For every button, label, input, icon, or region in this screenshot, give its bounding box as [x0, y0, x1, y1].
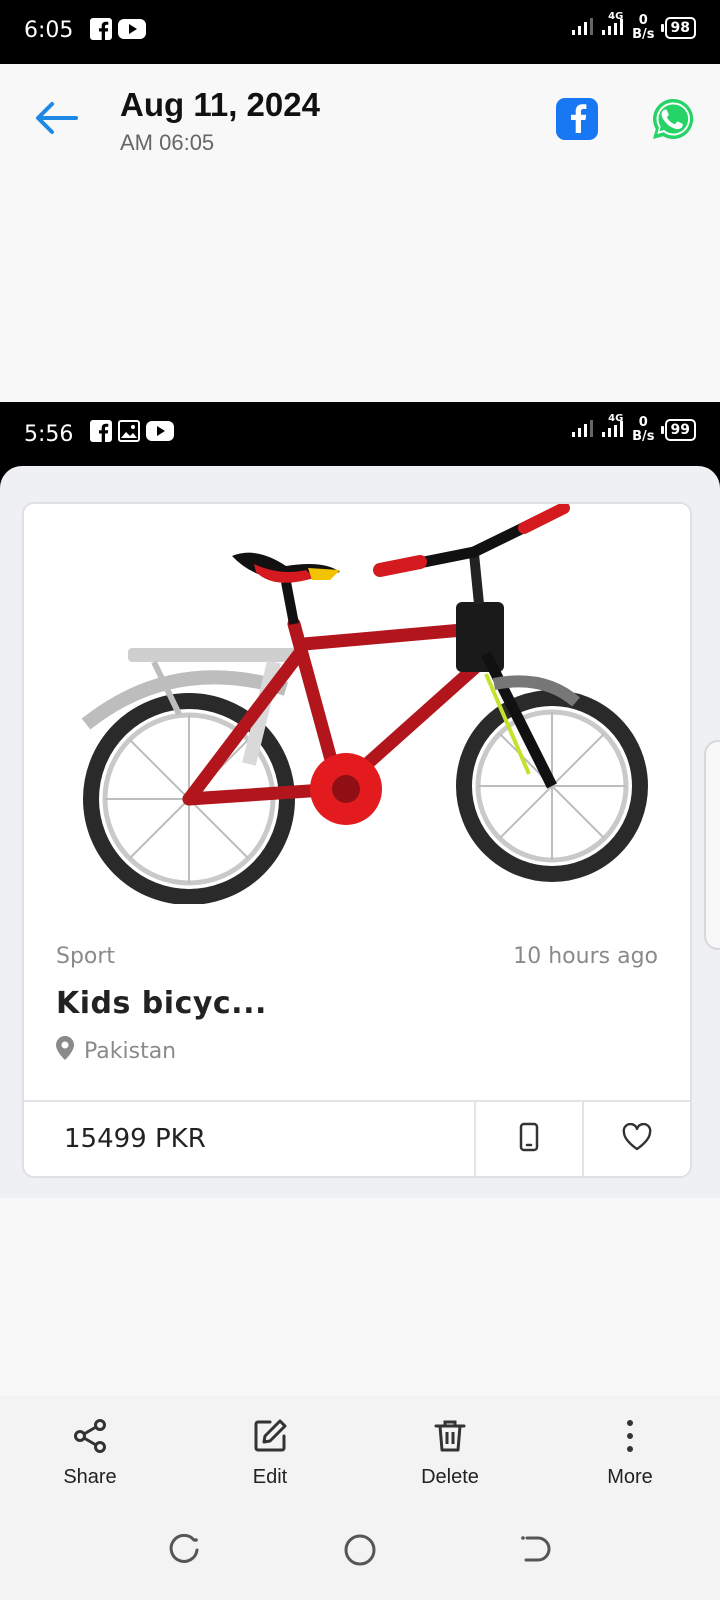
- photo-action-bar: Share Edit Delete More: [0, 1396, 720, 1506]
- home-button[interactable]: [340, 1532, 380, 1572]
- listing-category: Sport: [56, 944, 116, 969]
- photo-date: Aug 11, 2024: [120, 86, 320, 123]
- signal-4g-icon: 4G: [602, 413, 626, 443]
- back-nav-icon: [518, 1533, 552, 1571]
- more-vertical-icon: [612, 1418, 648, 1458]
- more-button[interactable]: More: [540, 1396, 720, 1506]
- network-type: 4G: [608, 413, 624, 424]
- share-icon: [72, 1418, 108, 1458]
- recents-icon: [168, 1533, 202, 1571]
- viewer-header: Aug 11, 2024 AM 06:05: [0, 64, 720, 402]
- phone-icon: [519, 1122, 539, 1156]
- back-nav-button[interactable]: [515, 1532, 555, 1572]
- photo-content[interactable]: 5:56 4G 0 B/s 99 Sport 10 hours ago Kids…: [0, 402, 720, 1198]
- bicycle-image: [81, 504, 648, 905]
- listing-location: Pakistan: [56, 1036, 176, 1066]
- network-type: 4G: [608, 11, 624, 22]
- signal-icon: [572, 16, 596, 40]
- signal-4g-icon: 4G: [602, 11, 626, 41]
- youtube-notification-icon: [118, 18, 146, 44]
- status-time: 6:05: [24, 18, 74, 43]
- whatsapp-icon: [650, 98, 696, 146]
- battery-indicator: 99: [660, 419, 696, 441]
- arrow-left-icon: [34, 100, 78, 140]
- recents-button[interactable]: [165, 1532, 205, 1572]
- listing-title: Kids bicyc...: [56, 986, 267, 1021]
- whatsapp-share-button[interactable]: [650, 96, 696, 142]
- inner-status-bar: 5:56 4G 0 B/s 99: [0, 402, 720, 466]
- share-label: Share: [63, 1466, 117, 1488]
- photo-time: AM 06:05: [120, 130, 215, 155]
- gallery-notification-icon: [118, 420, 140, 446]
- status-bar: 6:05 4G 0 B/s 98: [0, 0, 720, 64]
- listing-posted-time: 10 hours ago: [513, 944, 658, 969]
- back-button[interactable]: [32, 96, 80, 144]
- inner-status-time: 5:56: [24, 422, 74, 447]
- location-label: Pakistan: [84, 1038, 177, 1064]
- facebook-notification-icon: [90, 420, 112, 446]
- favorite-button[interactable]: [582, 1102, 690, 1176]
- share-button[interactable]: Share: [0, 1396, 180, 1506]
- heart-icon: [622, 1122, 652, 1155]
- facebook-icon: [564, 101, 590, 137]
- signal-icon: [572, 418, 596, 442]
- delete-label: Delete: [421, 1466, 479, 1488]
- home-circle-icon: [343, 1533, 377, 1571]
- location-pin-icon: [56, 1036, 74, 1066]
- edit-button[interactable]: Edit: [180, 1396, 360, 1506]
- facebook-notification-icon: [90, 18, 112, 44]
- network-speed: 0 B/s: [632, 13, 655, 42]
- facebook-share-button[interactable]: [556, 98, 598, 140]
- edit-label: Edit: [252, 1466, 288, 1488]
- trash-icon: [432, 1418, 468, 1458]
- battery-indicator: 98: [660, 17, 696, 39]
- product-image[interactable]: [24, 504, 690, 905]
- listing-footer: 15499 PKR: [24, 1100, 690, 1176]
- system-nav-bar: [0, 1506, 720, 1600]
- listing-page: Sport 10 hours ago Kids bicyc... Pakista…: [0, 466, 720, 1198]
- side-panel-handle[interactable]: [704, 740, 720, 950]
- network-speed: 0 B/s: [632, 415, 655, 444]
- listing-price: 15499 PKR: [64, 1124, 206, 1154]
- listing-card[interactable]: Sport 10 hours ago Kids bicyc... Pakista…: [22, 502, 692, 1178]
- youtube-notification-icon: [146, 420, 174, 446]
- edit-icon: [252, 1418, 288, 1458]
- delete-button[interactable]: Delete: [360, 1396, 540, 1506]
- more-label: More: [607, 1466, 653, 1488]
- call-button[interactable]: [474, 1102, 582, 1176]
